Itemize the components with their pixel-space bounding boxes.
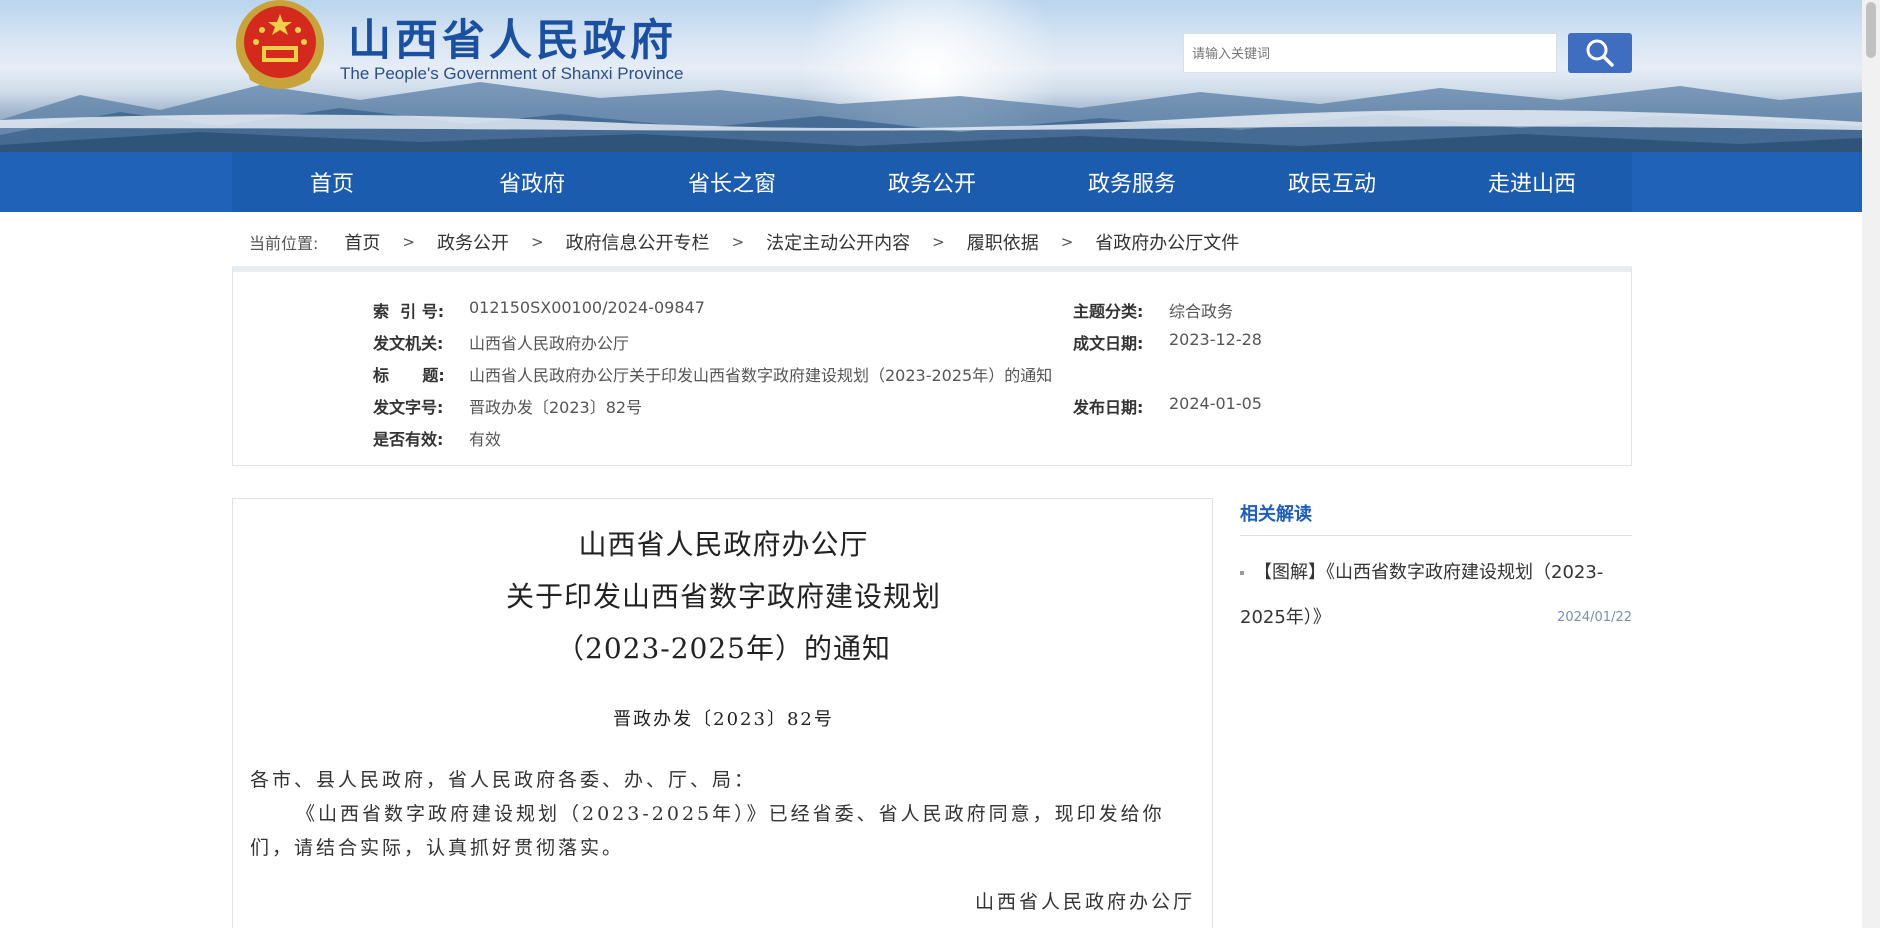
related-interpretation-sidebar: 相关解读 【图解】《山西省数字政府建设规划（2023-2025年）》 2024/… [1240, 500, 1632, 640]
meta-docno-row: 发文字号: 晋政办发〔2023〕82号 [373, 394, 642, 418]
search-button[interactable] [1568, 33, 1632, 73]
meta-topic-row: 主题分类: 综合政务 [1073, 298, 1233, 322]
breadcrumb-statutory-content[interactable]: 法定主动公开内容 [766, 229, 910, 255]
document-body-paragraph: 《山西省数字政府建设规划（2023-2025年）》已经省委、省人民政府同意，现印… [250, 803, 1165, 859]
breadcrumb-government-affairs-disclosure[interactable]: 政务公开 [437, 229, 509, 255]
meta-created-row: 成文日期: 2023-12-28 [1073, 330, 1262, 354]
document-salutation: 各市、县人民政府，省人民政府各委、办、厅、局： [250, 769, 757, 791]
sidebar-item-interpretation[interactable]: 【图解】《山西省数字政府建设规划（2023-2025年）》 2024/01/22 [1240, 550, 1632, 640]
meta-title-row: 标 题: 山西省人民政府办公厅关于印发山西省数字政府建设规划（2023-2025… [373, 362, 1052, 386]
nav-item-governor-window[interactable]: 省长之窗 [632, 152, 832, 212]
breadcrumb-duty-basis[interactable]: 履职依据 [967, 229, 1039, 255]
document-signature: 山西省人民政府办公厅 [974, 891, 1195, 913]
vertical-scrollbar[interactable] [1862, 0, 1880, 928]
breadcrumb: 当前位置: 首页 > 政务公开 > 政府信息公开专栏 > 法定主动公开内容 > … [249, 228, 1239, 256]
search-icon [1586, 39, 1614, 67]
meta-created-value: 2023-12-28 [1169, 330, 1262, 349]
breadcrumb-separator: > [1060, 233, 1074, 251]
meta-title-value: 山西省人民政府办公厅关于印发山西省数字政府建设规划（2023-2025年）的通知 [469, 366, 1053, 385]
nav-item-public-interaction[interactable]: 政民互动 [1232, 152, 1432, 212]
bullet-icon [1240, 571, 1244, 575]
breadcrumb-separator: > [932, 233, 945, 251]
sidebar-item-date: 2024/01/22 [1557, 610, 1632, 625]
meta-index-row: 索 引 号: 012150SX00100/2024-09847 [373, 298, 705, 322]
breadcrumb-separator: > [530, 233, 544, 251]
scrollbar-thumb[interactable] [1866, 2, 1876, 58]
meta-issuer-label: 发文机关: [373, 334, 444, 353]
sidebar-title: 相关解读 [1240, 500, 1632, 536]
nav-bar: 首页 省政府 省长之窗 政务公开 政务服务 政民互动 走进山西 [232, 152, 1632, 212]
breadcrumb-separator: > [402, 233, 415, 251]
main-navigation: 首页 省政府 省长之窗 政务公开 政务服务 政民互动 走进山西 [0, 152, 1862, 212]
site-title[interactable]: 山西省人民政府 [348, 6, 677, 68]
meta-index-label: 索 引 号: [373, 302, 445, 321]
meta-index-value: 012150SX00100/2024-09847 [469, 298, 705, 317]
breadcrumb-separator: > [731, 233, 745, 251]
national-emblem-icon [236, 0, 324, 89]
breadcrumb-home[interactable]: 首页 [344, 229, 380, 255]
nav-item-home[interactable]: 首页 [232, 152, 432, 212]
meta-issuer-row: 发文机关: 山西省人民政府办公厅 [373, 330, 629, 354]
nav-item-government-services[interactable]: 政务服务 [1032, 152, 1232, 212]
document-metadata-panel: 索 引 号: 012150SX00100/2024-09847 主题分类: 综合… [232, 266, 1632, 466]
nav-item-about-shanxi[interactable]: 走进山西 [1432, 152, 1632, 212]
document-title-line-1: 山西省人民政府办公厅 [578, 528, 869, 561]
meta-topic-value: 综合政务 [1169, 302, 1234, 321]
search-input[interactable] [1183, 33, 1557, 73]
meta-created-label: 成文日期: [1073, 334, 1144, 353]
meta-issuer-value: 山西省人民政府办公厅 [469, 334, 630, 353]
meta-valid-label: 是否有效: [373, 430, 444, 449]
document-number: 晋政办发〔2023〕82号 [613, 709, 834, 730]
article-content: 山西省人民政府办公厅 关于印发山西省数字政府建设规划 （2023-2025年）的… [232, 498, 1213, 928]
meta-published-label: 发布日期: [1073, 398, 1144, 417]
meta-title-label: 标 题: [373, 366, 445, 385]
meta-topic-label: 主题分类: [1073, 302, 1144, 321]
meta-docno-value: 晋政办发〔2023〕82号 [469, 398, 643, 417]
nav-item-government-affairs-disclosure[interactable]: 政务公开 [832, 152, 1032, 212]
document-title-line-2: 关于印发山西省数字政府建设规划 [505, 580, 941, 613]
document-title-line-3: （2023-2025年）的通知 [556, 632, 891, 665]
site-subtitle: The People's Government of Shanxi Provin… [340, 64, 684, 83]
meta-valid-row: 是否有效: 有效 [373, 426, 501, 450]
meta-published-value: 2024-01-05 [1169, 394, 1262, 413]
breadcrumb-label: 当前位置: [249, 234, 319, 253]
header-banner: 山西省人民政府 The People's Government of Shanx… [0, 0, 1862, 152]
nav-item-provincial-government[interactable]: 省政府 [432, 152, 632, 212]
meta-valid-value: 有效 [469, 430, 502, 449]
breadcrumb-office-documents[interactable]: 省政府办公厅文件 [1095, 229, 1239, 255]
meta-docno-label: 发文字号: [373, 398, 444, 417]
sidebar-item-label[interactable]: 【图解】《山西省数字政府建设规划（2023-2025年）》 [1240, 562, 1603, 628]
meta-published-row: 发布日期: 2024-01-05 [1073, 394, 1262, 418]
breadcrumb-info-disclosure-column[interactable]: 政府信息公开专栏 [566, 229, 710, 255]
